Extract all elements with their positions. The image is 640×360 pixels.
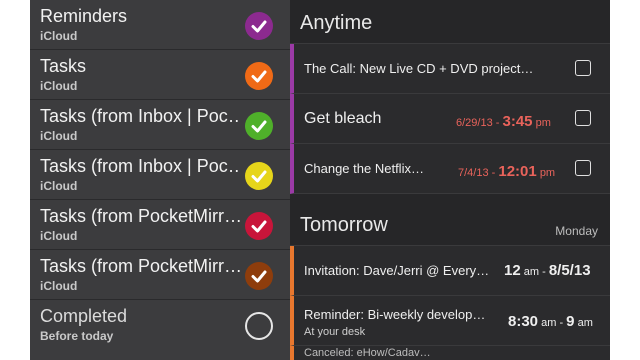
task-due-ampm: pm [535,117,551,129]
list-account: iCloud [40,129,78,143]
task-title: The Call: New Live CD + DVD project… [304,61,534,76]
list-name: Tasks (from PocketMirr… [40,256,240,276]
checkmark-icon[interactable] [245,262,273,290]
lists-panel: Reminders iCloud Tasks iCloud Tasks (fro… [30,0,290,360]
unchecked-circle-icon[interactable] [245,312,273,340]
task-start-ampm: am [541,317,557,329]
task-due-ampm: pm [539,167,556,179]
task-location: At your desk [304,326,366,338]
list-name: Tasks (from Inbox | Poc… [40,106,240,126]
task-title: Reminder: Bi-weekly develop… [304,307,486,322]
list-account: iCloud [40,179,78,193]
task-range-dash: - [559,317,564,329]
checkmark-icon[interactable] [245,212,273,240]
checkmark-icon[interactable] [245,112,273,140]
task-row[interactable]: Invitation: Dave/Jerri @ Every… 12 am - … [290,246,610,296]
list-item-completed[interactable]: Completed Before today [30,300,290,350]
list-item-reminders[interactable]: Reminders iCloud [30,0,290,50]
list-account: iCloud [40,29,78,43]
task-end-time: 9 [566,313,575,330]
task-end-ampm: am [577,317,593,329]
section-header-tomorrow: Tomorrow Monday [290,202,610,246]
task-title: Invitation: Dave/Jerri @ Every… [304,263,490,278]
task-due: 6/29/13 - 3:45 pm [456,113,551,130]
task-title: Get bleach [304,110,382,127]
task-due-time: 12:01 [498,163,537,180]
task-due-date: 7/4/13 - [458,167,496,179]
task-checkbox[interactable] [575,110,591,126]
list-item-tasks-inbox-1[interactable]: Tasks (from Inbox | Poc… iCloud [30,100,290,150]
section-gap [290,194,610,202]
list-item-tasks-inbox-2[interactable]: Tasks (from Inbox | Poc… iCloud [30,150,290,200]
list-item-tasks-pocketmirror-2[interactable]: Tasks (from PocketMirr… iCloud [30,250,290,300]
task-row[interactable]: Canceled: eHow/Cadav… [290,346,610,360]
list-account: iCloud [40,279,78,293]
task-time-range: 8:30 am - 9 am [508,313,593,330]
section-title: Tomorrow [300,214,388,236]
list-account: iCloud [40,229,78,243]
tasks-panel: Anytime The Call: New Live CD + DVD proj… [290,0,610,360]
task-range-dash: - [542,266,546,278]
task-due-time: 3:45 [502,113,533,130]
list-item-tasks[interactable]: Tasks iCloud [30,50,290,100]
task-checkbox[interactable] [575,160,591,176]
list-name: Tasks (from Inbox | Poc… [40,156,240,176]
task-title: Canceled: eHow/Cadav… [304,347,431,359]
task-start-ampm: am [523,266,540,278]
list-account: iCloud [40,79,78,93]
task-title: Change the Netflix… [304,161,424,176]
list-name: Completed [40,306,128,326]
task-row[interactable]: Get bleach 6/29/13 - 3:45 pm [290,94,610,144]
task-start-time: 8:30 [508,313,539,330]
list-account: Before today [40,329,114,343]
checkmark-icon[interactable] [245,12,273,40]
section-header-anytime: Anytime [290,0,610,44]
checkmark-icon[interactable] [245,62,273,90]
section-day: Monday [555,224,598,238]
list-name: Reminders [40,6,128,26]
task-checkbox[interactable] [575,60,591,76]
task-due-date: 6/29/13 - [456,117,500,129]
task-time-range: 12 am - 8/5/13 [504,262,591,279]
task-start-time: 12 [504,262,521,279]
list-item-tasks-pocketmirror-1[interactable]: Tasks (from PocketMirr… iCloud [30,200,290,250]
task-row[interactable]: The Call: New Live CD + DVD project… [290,44,610,94]
list-name: Tasks [40,56,87,76]
task-end-time: 8/5/13 [548,262,591,279]
checkmark-icon[interactable] [245,162,273,190]
task-row[interactable]: Change the Netflix… 7/4/13 - 12:01 pm [290,144,610,194]
task-row[interactable]: Reminder: Bi-weekly develop… At your des… [290,296,610,346]
task-due: 7/4/13 - 12:01 pm [458,163,555,180]
list-name: Tasks (from PocketMirr… [40,206,240,226]
section-title: Anytime [300,12,373,34]
